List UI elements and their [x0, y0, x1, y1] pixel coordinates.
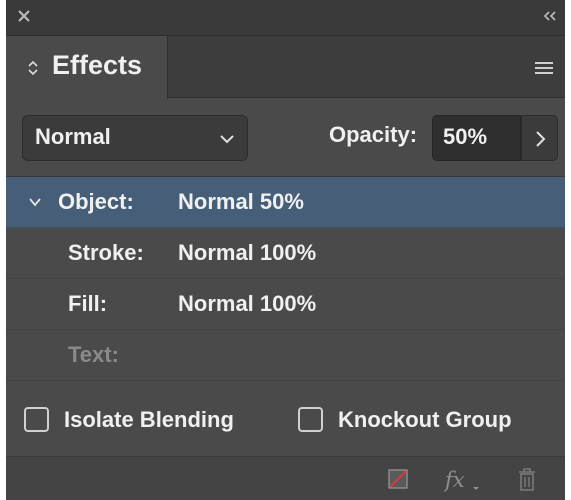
list-item-object[interactable]: Object: Normal 50%	[6, 177, 565, 228]
knockout-group-checkbox[interactable]: Knockout Group	[298, 407, 548, 437]
close-icon[interactable]	[16, 8, 32, 24]
fx-icon[interactable]: fx	[443, 467, 483, 493]
blend-mode-dropdown[interactable]: Normal	[22, 115, 248, 161]
chevron-down-icon[interactable]	[28, 196, 42, 208]
effect-target-value: Normal 50%	[178, 189, 304, 214]
blend-mode-value: Normal	[35, 124, 111, 149]
hamburger-menu-icon[interactable]	[533, 60, 555, 76]
double-chevron-left-icon[interactable]	[541, 8, 559, 24]
svg-text:fx: fx	[443, 468, 465, 492]
checkbox-box[interactable]	[298, 407, 323, 432]
isolate-blending-label: Isolate Blending	[64, 407, 234, 432]
effects-panel: Effects Normal Opacity: 50% Object: Norm…	[6, 0, 565, 500]
chevron-down-icon	[220, 135, 234, 144]
chevron-right-icon	[536, 131, 546, 147]
effect-target-label: Text:	[68, 342, 119, 367]
effect-target-label: Fill:	[68, 291, 108, 316]
effects-target-list: Object: Normal 50% Stroke: Normal 100% F…	[6, 176, 565, 382]
knockout-group-label: Knockout Group	[338, 407, 512, 432]
chevron-up-down-icon	[28, 60, 38, 76]
panel-title-bar	[6, 0, 565, 36]
tab-row: Effects	[6, 36, 565, 99]
effect-target-value: Normal 100%	[178, 291, 317, 316]
opacity-slider-button[interactable]	[521, 115, 558, 161]
checkbox-box[interactable]	[24, 407, 49, 432]
isolate-blending-checkbox[interactable]: Isolate Blending	[24, 407, 264, 437]
effect-target-label: Stroke:	[68, 240, 144, 265]
panel-bottom-bar: fx	[6, 456, 565, 500]
list-item-stroke[interactable]: Stroke: Normal 100%	[6, 228, 565, 279]
tab-effects[interactable]: Effects	[6, 36, 168, 99]
list-item-fill[interactable]: Fill: Normal 100%	[6, 279, 565, 330]
panel-title: Effects	[52, 50, 143, 80]
list-item-text: Text:	[6, 330, 565, 381]
opacity-label: Opacity:	[329, 122, 418, 147]
trash-icon[interactable]	[516, 467, 538, 493]
effect-target-value: Normal 100%	[178, 240, 317, 265]
effect-target-label: Object:	[58, 189, 134, 214]
clear-effects-icon[interactable]	[388, 469, 408, 489]
opacity-input[interactable]: 50%	[432, 115, 521, 161]
